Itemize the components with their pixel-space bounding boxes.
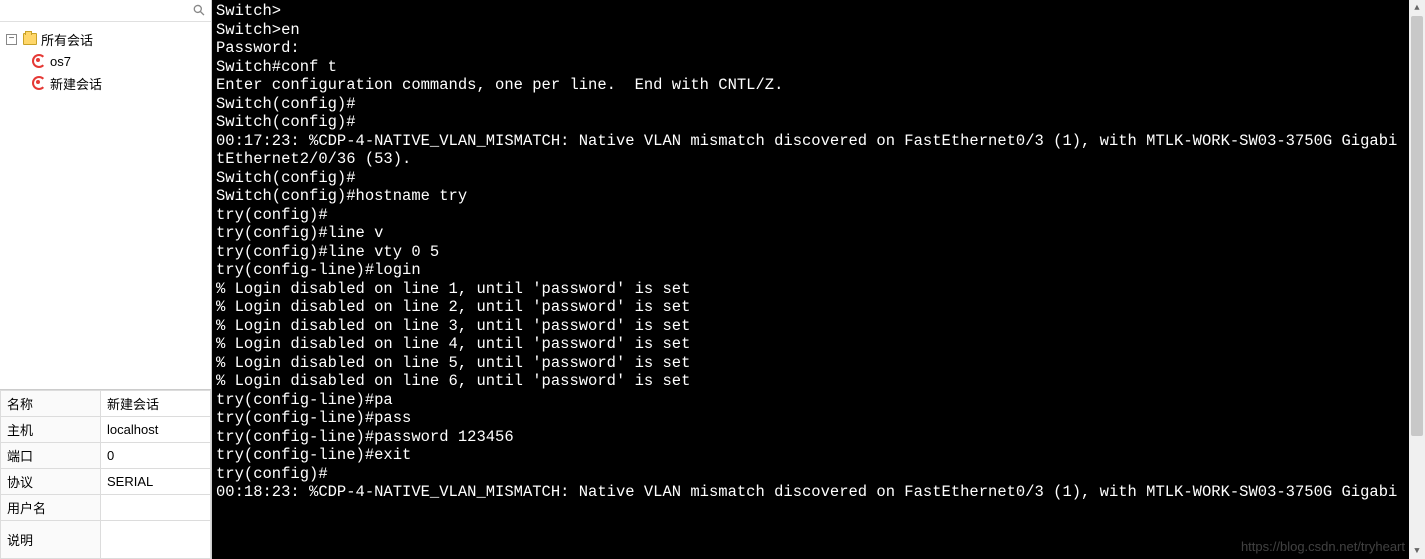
prop-key: 说明 xyxy=(1,521,101,559)
tree-item-os7[interactable]: os7 xyxy=(4,50,207,72)
session-tree: − 所有会话 os7 新建会话 xyxy=(0,22,211,389)
prop-row-host: 主机 localhost xyxy=(1,417,211,443)
tree-item-label: 新建会话 xyxy=(50,74,102,93)
session-properties: 名称 新建会话 主机 localhost 端口 0 协议 SERIAL 用户名 … xyxy=(0,389,211,559)
prop-key: 主机 xyxy=(1,417,101,443)
prop-value[interactable]: 0 xyxy=(101,443,211,469)
watermark: https://blog.csdn.net/tryheart xyxy=(1241,538,1405,557)
session-icon xyxy=(32,76,46,90)
prop-key: 用户名 xyxy=(1,495,101,521)
prop-row-username: 用户名 xyxy=(1,495,211,521)
prop-key: 协议 xyxy=(1,469,101,495)
scroll-up-button[interactable]: ▲ xyxy=(1409,0,1425,16)
prop-row-description: 说明 xyxy=(1,521,211,559)
prop-value[interactable] xyxy=(101,495,211,521)
scroll-track[interactable] xyxy=(1409,16,1425,543)
tree-root-label: 所有会话 xyxy=(41,30,93,49)
collapse-icon[interactable]: − xyxy=(6,34,17,45)
terminal[interactable]: Switch> Switch>en Password: Switch#conf … xyxy=(212,0,1425,559)
prop-value[interactable] xyxy=(101,521,211,559)
terminal-lines: Switch> Switch>en Password: Switch#conf … xyxy=(216,2,1421,502)
search-icon: ⚲ xyxy=(190,1,208,19)
prop-key: 端口 xyxy=(1,443,101,469)
prop-row-protocol: 协议 SERIAL xyxy=(1,469,211,495)
prop-value[interactable]: localhost xyxy=(101,417,211,443)
scroll-thumb[interactable] xyxy=(1411,16,1423,436)
session-icon xyxy=(32,54,46,68)
sidebar-search[interactable]: ⚲ xyxy=(0,0,211,22)
tree-item-label: os7 xyxy=(50,54,71,69)
sidebar: ⚲ − 所有会话 os7 新建会话 名称 新建会话 主机 localhost xyxy=(0,0,212,559)
prop-value[interactable]: 新建会话 xyxy=(101,391,211,417)
scroll-down-button[interactable]: ▼ xyxy=(1409,543,1425,559)
terminal-scrollbar[interactable]: ▲ ▼ xyxy=(1409,0,1425,559)
tree-root-all-sessions[interactable]: − 所有会话 xyxy=(4,28,207,50)
prop-value[interactable]: SERIAL xyxy=(101,469,211,495)
prop-row-port: 端口 0 xyxy=(1,443,211,469)
folder-icon xyxy=(23,33,37,45)
tree-item-new-session[interactable]: 新建会话 xyxy=(4,72,207,94)
prop-key: 名称 xyxy=(1,391,101,417)
prop-row-name: 名称 新建会话 xyxy=(1,391,211,417)
